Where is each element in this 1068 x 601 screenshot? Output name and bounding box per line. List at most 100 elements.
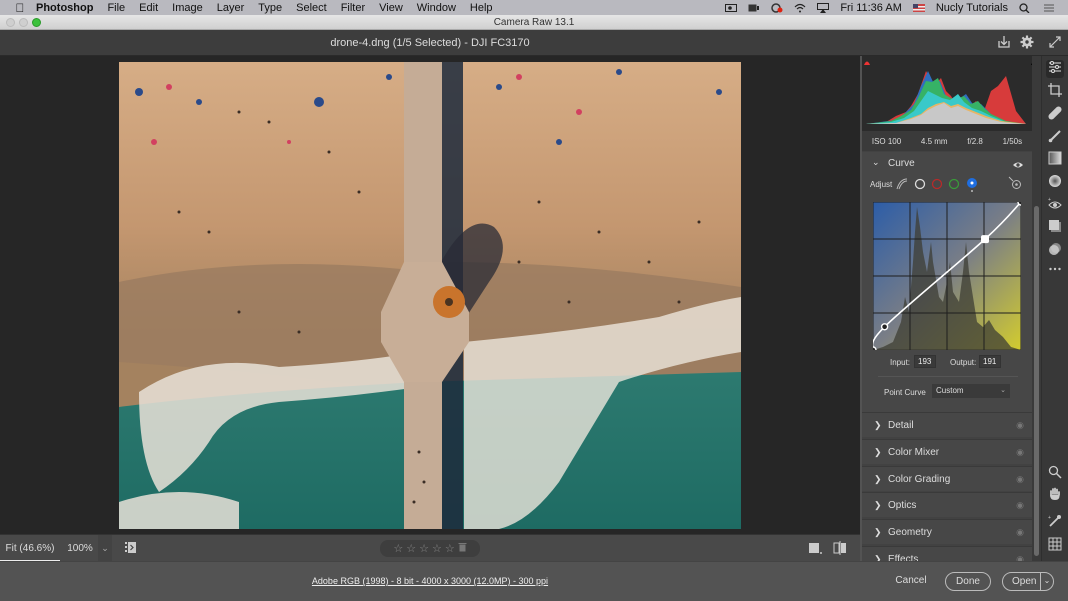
camera-raw-header: drone-4.dng (1/5 Selected) - DJI FC3170 [0, 30, 1068, 56]
menu-filter[interactable]: Filter [341, 2, 365, 14]
apple-icon[interactable]:  [13, 1, 27, 15]
settings-gear-icon[interactable] [1019, 35, 1035, 51]
edit-sliders-icon[interactable] [1046, 60, 1064, 78]
curve-point[interactable] [880, 323, 889, 331]
point-curve-select[interactable]: Custom ⌄ [932, 384, 1010, 398]
radial-gradient-icon[interactable] [1046, 174, 1064, 192]
window-zoom-button[interactable] [32, 18, 41, 27]
section-color-mixer[interactable]: ❯ Color Mixer ◉ [862, 439, 1032, 464]
done-button[interactable]: Done [945, 572, 991, 591]
presets-icon[interactable] [1046, 242, 1064, 260]
parametric-curve-icon[interactable] [896, 177, 908, 195]
visibility-eye-icon[interactable]: ◉ [1016, 500, 1024, 511]
open-button-label: Open [1012, 576, 1037, 587]
window-close-button[interactable] [6, 18, 15, 27]
fullscreen-expand-icon[interactable] [1047, 35, 1063, 51]
menu-window[interactable]: Window [417, 2, 456, 14]
edit-panel: ISO 100 4.5 mm f/2.8 1/50s ⌄ Curve Adjus… [862, 56, 1032, 561]
curve-point-selected[interactable] [981, 235, 990, 244]
section-detail[interactable]: ❯ Detail ◉ [862, 412, 1032, 437]
visibility-eye-icon[interactable]: ◉ [1016, 474, 1024, 485]
crop-rotate-icon[interactable] [1046, 83, 1064, 101]
curve-section: ⌄ Curve Adjust Input: 193 Output: 191 Po… [862, 152, 1032, 412]
menu-app-name[interactable]: Photoshop [36, 2, 93, 14]
trash-icon[interactable] [458, 542, 467, 555]
spotlight-search-icon[interactable] [1019, 2, 1031, 13]
zoom-tool-icon[interactable] [1046, 465, 1064, 483]
star-4-icon[interactable]: ☆ [432, 542, 442, 555]
wifi-icon[interactable] [794, 3, 806, 13]
menu-layer[interactable]: Layer [217, 2, 245, 14]
open-options-dropdown[interactable]: ⌄ [1040, 573, 1053, 590]
star-3-icon[interactable]: ☆ [419, 542, 429, 555]
filmstrip-toggle-icon[interactable] [124, 541, 138, 555]
zoom-fit-button[interactable]: Fit (46.6%) [0, 535, 60, 562]
curve-point[interactable] [1017, 202, 1021, 206]
section-optics[interactable]: ❯ Optics ◉ [862, 492, 1032, 517]
curve-visibility-eye-icon[interactable] [1012, 157, 1024, 175]
visibility-eye-icon[interactable]: ◉ [1016, 554, 1024, 561]
toggle-original-view-icon[interactable] [808, 541, 822, 555]
menu-image[interactable]: Image [172, 2, 203, 14]
canvas-toolbar: Fit (46.6%) 100% ⌄ ☆ ☆ ☆ ☆ ☆ [0, 534, 860, 562]
battery-icon[interactable] [748, 3, 760, 13]
save-image-icon[interactable] [996, 35, 1012, 51]
red-channel-icon[interactable] [931, 177, 943, 195]
dialog-footer: Adobe RGB (1998) - 8 bit - 4000 x 3000 (… [0, 561, 1068, 601]
star-2-icon[interactable]: ☆ [406, 542, 416, 555]
menu-type[interactable]: Type [258, 2, 282, 14]
open-button[interactable]: Open ⌄ [1002, 572, 1054, 591]
visibility-eye-icon[interactable]: ◉ [1016, 420, 1024, 431]
zoom-100-button[interactable]: 100% [60, 535, 100, 562]
tone-curve-graph[interactable] [873, 202, 1021, 350]
svg-text:+: + [1048, 515, 1051, 521]
more-options-icon[interactable] [1046, 262, 1064, 280]
notification-center-icon[interactable] [1042, 3, 1054, 13]
linear-gradient-icon[interactable] [1046, 151, 1064, 169]
before-after-view-icon[interactable] [833, 541, 847, 555]
menu-file[interactable]: File [107, 2, 125, 14]
curve-section-title[interactable]: Curve [888, 158, 915, 169]
red-eye-icon[interactable]: + [1046, 197, 1064, 215]
star-5-icon[interactable]: ☆ [445, 542, 455, 555]
grid-overlay-icon[interactable] [1046, 537, 1064, 555]
section-color-grading[interactable]: ❯ Color Grading ◉ [862, 466, 1032, 491]
menu-edit[interactable]: Edit [139, 2, 158, 14]
visibility-eye-icon[interactable]: ◉ [1016, 527, 1024, 538]
menu-view[interactable]: View [379, 2, 403, 14]
section-effects[interactable]: ❯ Effects ◉ [862, 546, 1032, 561]
curve-point[interactable] [873, 346, 877, 350]
input-label: Input: [890, 358, 911, 367]
cancel-button[interactable]: Cancel [890, 572, 932, 591]
panel-scroll-thumb[interactable] [1034, 206, 1039, 556]
blue-channel-icon-selected[interactable] [966, 177, 978, 198]
menu-help[interactable]: Help [470, 2, 493, 14]
menu-select[interactable]: Select [296, 2, 327, 14]
airplay-icon[interactable] [817, 2, 830, 13]
preview-photo[interactable] [119, 62, 741, 529]
panel-scrollbar[interactable] [1032, 56, 1041, 561]
workflow-options-link[interactable]: Adobe RGB (1998) - 8 bit - 4000 x 3000 (… [0, 576, 860, 586]
zoom-dropdown[interactable]: ⌄ [98, 535, 112, 562]
white-balance-eyedropper-icon[interactable]: + [1046, 514, 1064, 532]
star-1-icon[interactable]: ☆ [393, 542, 403, 555]
screen-record-icon[interactable] [725, 3, 738, 13]
output-value-field[interactable]: 191 [979, 355, 1001, 368]
creative-cloud-icon[interactable] [771, 2, 783, 13]
curve-collapse-chevron-icon[interactable]: ⌄ [872, 157, 880, 168]
chevron-right-icon: ❯ [874, 554, 882, 561]
targeted-adjustment-icon[interactable] [1008, 176, 1022, 195]
adjustment-brush-icon[interactable] [1046, 129, 1064, 147]
window-minimize-button[interactable] [19, 18, 28, 27]
menubar-user[interactable]: Nucly Tutorials [936, 2, 1008, 14]
section-geometry[interactable]: ❯ Geometry ◉ [862, 519, 1032, 544]
hand-tool-icon[interactable] [1046, 487, 1064, 505]
flag-icon[interactable] [912, 3, 925, 13]
green-channel-icon[interactable] [948, 177, 960, 195]
healing-bandaid-icon[interactable] [1046, 106, 1064, 124]
snapshots-icon[interactable] [1046, 219, 1064, 237]
visibility-eye-icon[interactable]: ◉ [1016, 447, 1024, 458]
input-value-field[interactable]: 193 [914, 355, 936, 368]
point-curve-rgb-icon[interactable] [914, 177, 926, 195]
menubar-clock[interactable]: Fri 11:36 AM [840, 2, 902, 14]
